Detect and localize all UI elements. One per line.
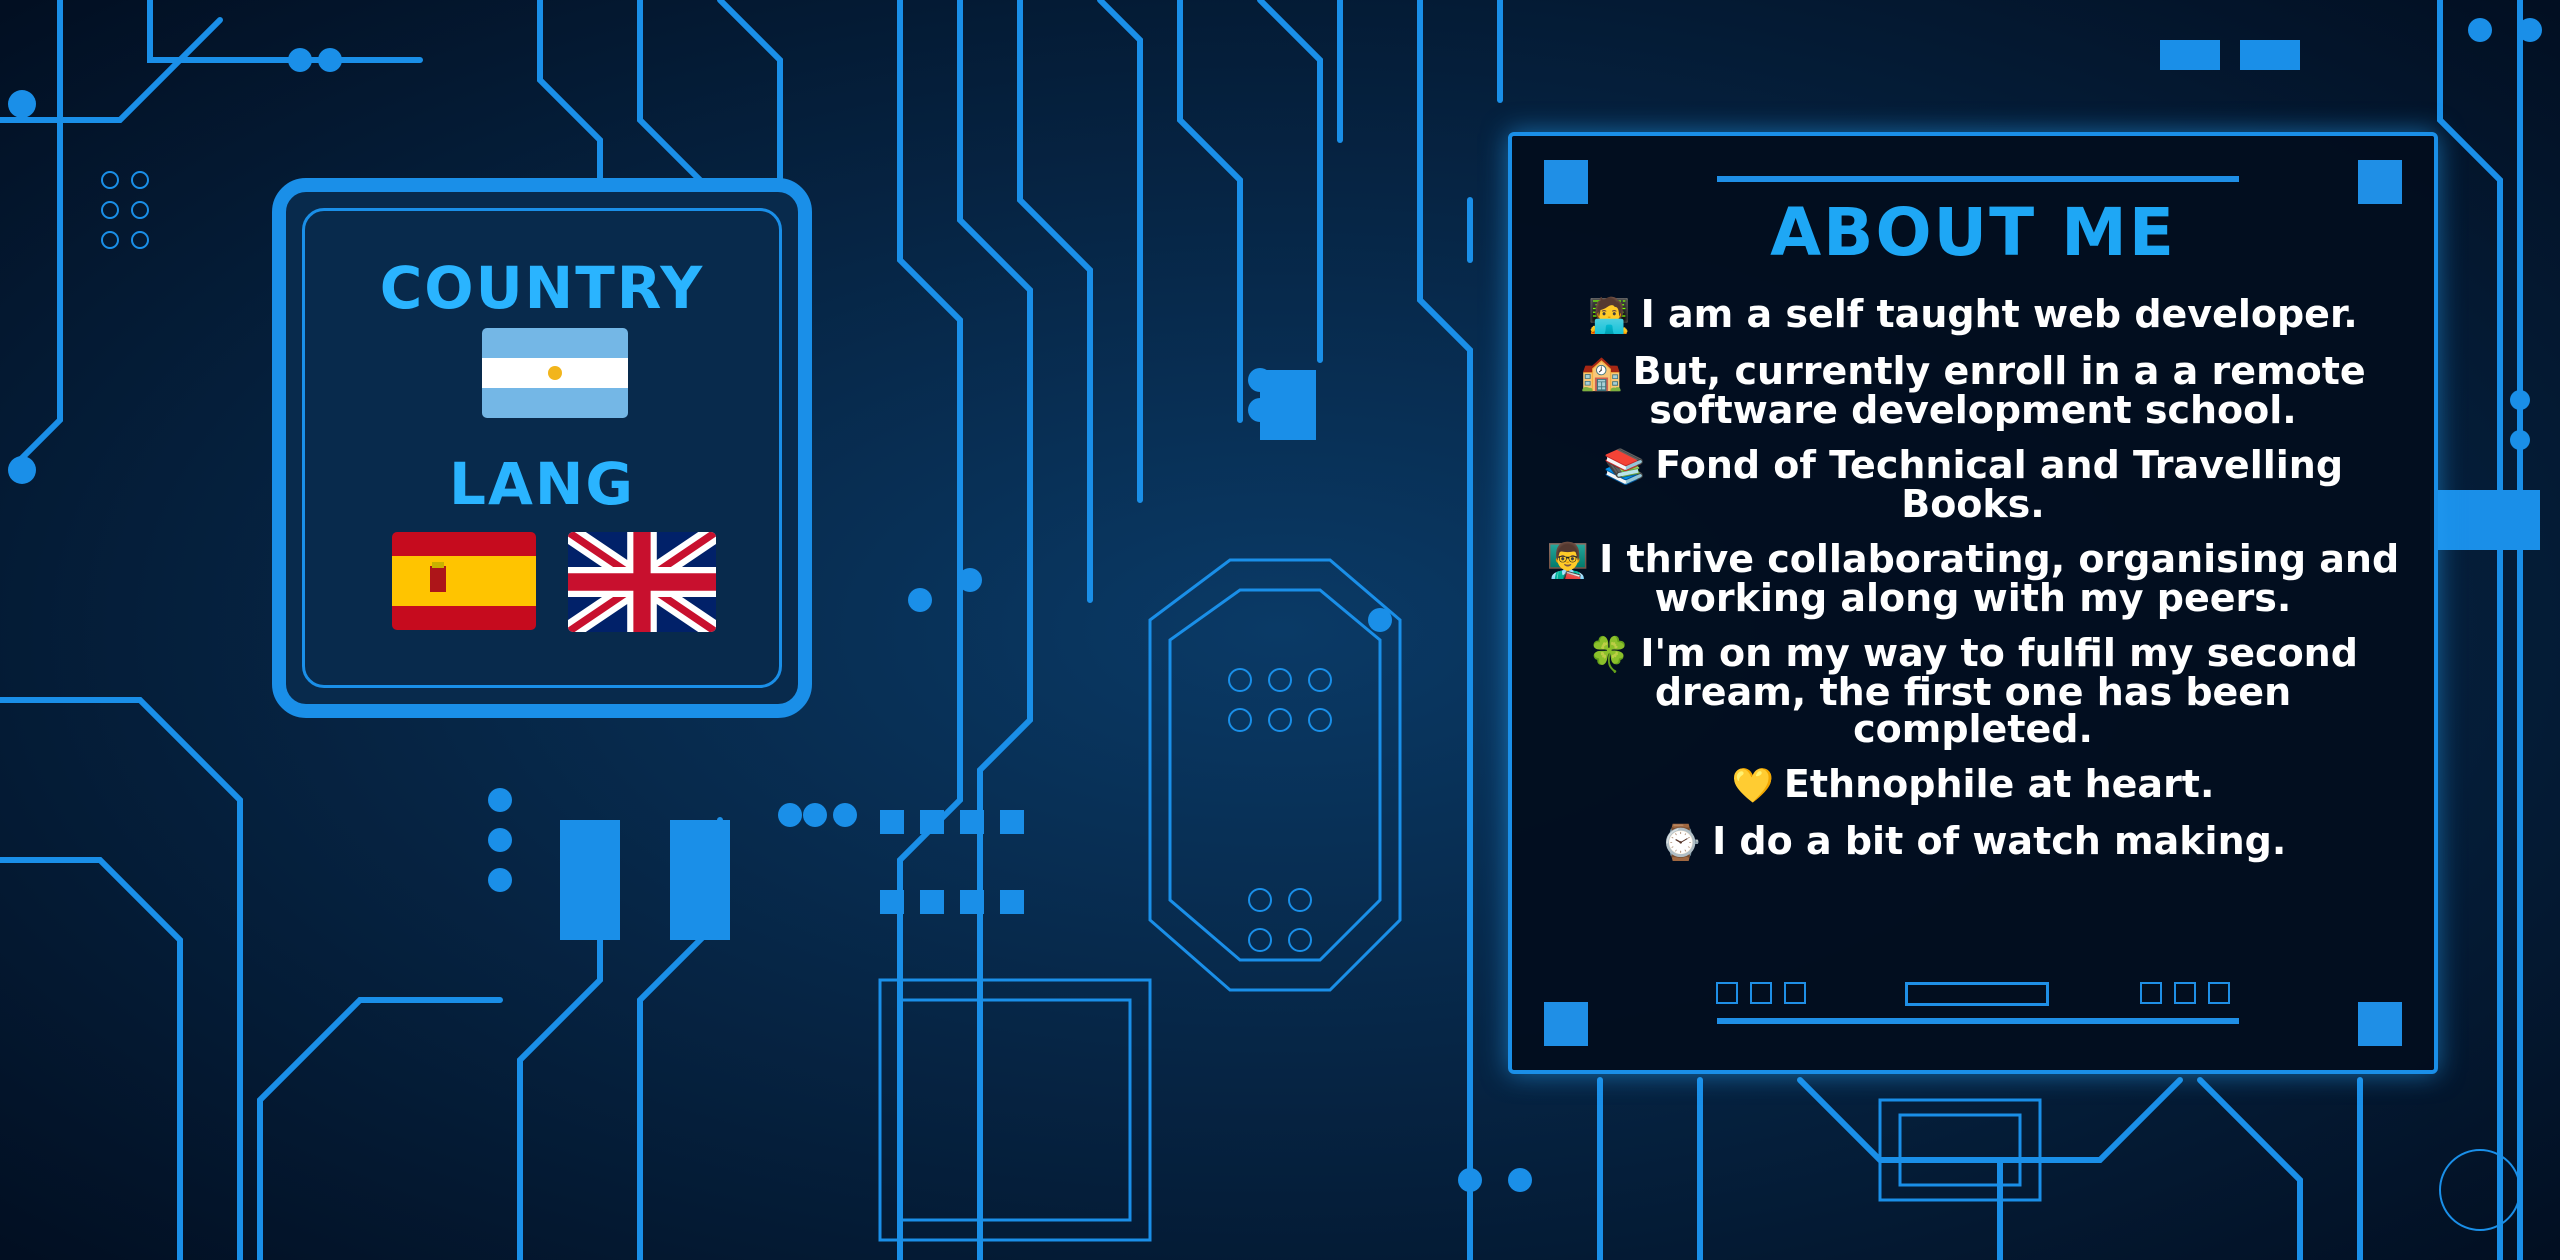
footer-box — [1784, 982, 1806, 1004]
list-item-text: I do a bit of watch making. — [1712, 819, 2287, 863]
list-item: 🏫 But, currently enroll in a a remote sof… — [1542, 352, 2404, 429]
spain-flag — [392, 532, 536, 630]
top-divider — [1717, 176, 2239, 182]
country-lang-card: COUNTRY LANG — [272, 178, 812, 718]
footer-bar — [1905, 982, 2049, 1006]
watch-emoji: ⌚ — [1659, 823, 1703, 863]
clover-emoji: 🍀 — [1588, 635, 1631, 675]
argentina-flag — [482, 328, 628, 418]
about-me-panel: ABOUT ME 🧑‍💻 I am a self taught web devel… — [1508, 132, 2438, 1074]
developer-emoji: 🧑‍💻 — [1588, 296, 1631, 336]
about-title: ABOUT ME — [1770, 194, 2176, 271]
country-heading: COUNTRY — [379, 254, 705, 322]
corner-square — [2358, 1002, 2402, 1046]
list-item: 📚 Fond of Technical and Travelling Books. — [1542, 446, 2404, 523]
footer-box-group — [2140, 982, 2230, 1006]
footer-box-group — [1716, 982, 1806, 1006]
footer-box — [1716, 982, 1738, 1004]
footer-box — [2140, 982, 2162, 1004]
list-item-text: I thrive collaborating, organising and w… — [1599, 537, 2400, 620]
yellow-heart-emoji: 💛 — [1731, 766, 1774, 806]
list-item: 🍀 I'm on my way to fulfil my second dream… — [1542, 634, 2404, 748]
about-list: 🧑‍💻 I am a self taught web developer. 🏫 Bu… — [1542, 295, 2404, 880]
books-emoji: 📚 — [1602, 447, 1646, 487]
teacher-emoji: 👨‍🏫 — [1546, 541, 1590, 581]
list-item-text: Fond of Technical and Travelling Books. — [1655, 443, 2344, 526]
list-item-text: I'm on my way to fulfil my second dream,… — [1640, 631, 2358, 751]
lang-heading: LANG — [449, 450, 635, 518]
list-item-text: I am a self taught web developer. — [1640, 292, 2358, 336]
list-item: ⌚ I do a bit of watch making. — [1542, 822, 2404, 863]
united-kingdom-flag — [568, 532, 716, 632]
footer-box — [2208, 982, 2230, 1004]
corner-square — [1544, 1002, 1588, 1046]
list-item-text: Ethnophile at heart. — [1783, 762, 2215, 806]
list-item-text: But, currently enroll in a a remote soft… — [1632, 349, 2366, 432]
footer-box — [1750, 982, 1772, 1004]
list-item: 🧑‍💻 I am a self taught web developer. — [1542, 295, 2404, 336]
bottom-divider — [1717, 1018, 2239, 1024]
list-item: 💛 Ethnophile at heart. — [1542, 765, 2404, 806]
school-emoji: 🏫 — [1580, 353, 1623, 393]
list-item: 👨‍🏫 I thrive collaborating, organising an… — [1542, 540, 2404, 617]
footer-box — [2174, 982, 2196, 1004]
